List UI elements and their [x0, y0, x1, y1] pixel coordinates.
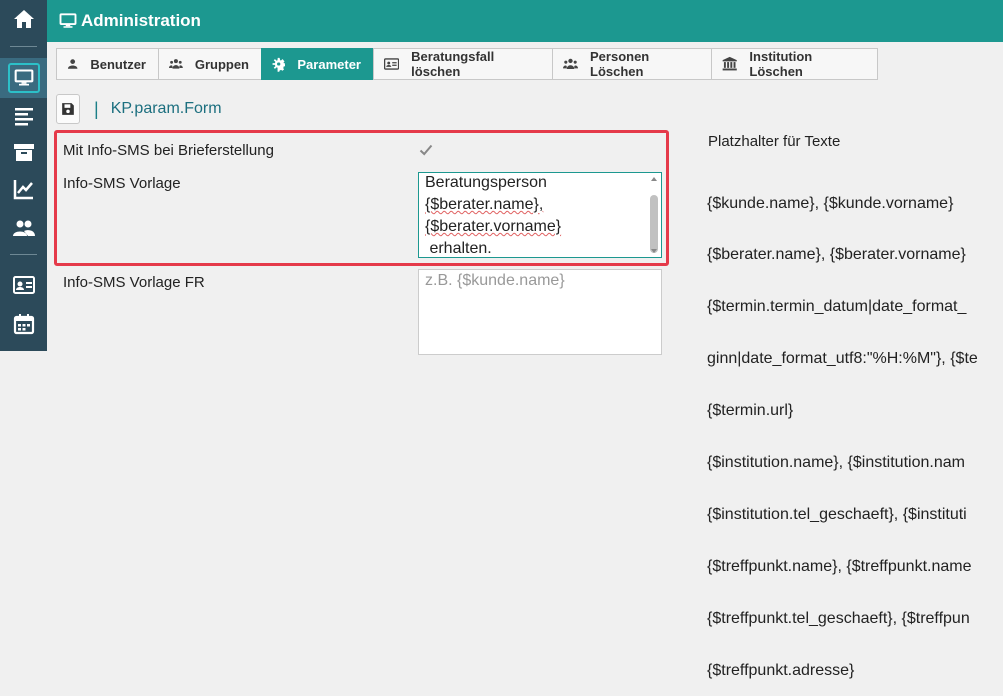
tab-benutzer[interactable]: Benutzer	[56, 48, 158, 80]
textarea-line: {$berater.vorname}	[425, 218, 562, 235]
tab-beratungsfall-loeschen[interactable]: Beratungsfall löschen	[373, 48, 552, 80]
monitor-icon	[59, 13, 77, 28]
group-icon	[169, 59, 183, 69]
tab-label: Beratungsfall löschen	[411, 49, 495, 79]
users-icon[interactable]	[0, 209, 47, 247]
placeholder-line: ginn|date_format_utf8:"%H:%M"}, {$te	[707, 350, 978, 368]
textarea-line: {$berater.name},	[425, 196, 544, 213]
tab-personen-loeschen[interactable]: Personen Löschen	[552, 48, 711, 80]
info-sms-template-fr-textarea[interactable]: z.B. {$kunde.name}	[418, 269, 662, 355]
textarea-scrollbar[interactable]	[650, 195, 658, 253]
placeholder-line: {$kunde.name}, {$kunde.vorname}	[707, 194, 954, 212]
info-sms-template-textarea[interactable]: Beratungsperson {$berater.name}, {$berat…	[418, 172, 662, 258]
info-sms-template-fr-label: Info-SMS Vorlage FR	[63, 274, 205, 291]
info-sms-checkbox-label: Mit Info-SMS bei Brieferstellung	[63, 142, 274, 159]
tab-gruppen[interactable]: Gruppen	[158, 48, 261, 80]
tab-parameter[interactable]: Parameter	[261, 48, 373, 80]
info-sms-template-label: Info-SMS Vorlage	[63, 175, 181, 192]
tab-label: Personen Löschen	[590, 49, 650, 79]
placeholder-line: {$termin.termin_datum|date_format_	[707, 298, 967, 316]
calendar-icon[interactable]	[0, 305, 47, 343]
tab-label: Parameter	[297, 56, 361, 72]
home-icon[interactable]	[0, 0, 47, 38]
textarea-line: Beratungsperson	[425, 174, 547, 191]
placeholder-line: {$institution.name}, {$institution.nam	[707, 454, 965, 472]
tab-label: Institution Löschen	[749, 49, 813, 79]
chart-icon[interactable]	[0, 170, 47, 208]
placeholder-line: {$termin.url}	[707, 402, 794, 420]
id-card-icon	[384, 58, 400, 70]
tab-label: Benutzer	[90, 56, 146, 72]
placeholders-title: Platzhalter für Texte	[708, 133, 841, 150]
textarea-line: erhalten.	[425, 240, 492, 257]
placeholders-list: {$kunde.name}, {$kunde.vorname} {$berate…	[707, 160, 978, 696]
scroll-down-arrow[interactable]	[651, 249, 657, 253]
gear-icon	[272, 57, 286, 72]
user-icon	[67, 59, 78, 69]
placeholder-line: {$treffpunkt.name}, {$treffpunkt.name	[707, 557, 972, 575]
topbar: Administration	[47, 0, 1003, 42]
group-icon	[563, 58, 578, 69]
info-sms-checkbox[interactable]	[419, 143, 433, 157]
sidebar-divider	[10, 46, 37, 47]
save-icon	[62, 103, 74, 115]
institution-icon	[722, 56, 737, 71]
sidebar	[0, 0, 47, 351]
list-icon[interactable]	[0, 97, 47, 135]
placeholder-line: {$treffpunkt.adresse}	[707, 661, 855, 679]
tab-bar: Benutzer Gruppen Parameter Beratungsfall…	[56, 48, 878, 80]
textarea-placeholder: z.B. {$kunde.name}	[425, 272, 565, 289]
tab-institution-loeschen[interactable]: Institution Löschen	[711, 48, 878, 80]
form-toolbar: | KP.param.Form	[56, 93, 222, 125]
page-title: Administration	[81, 11, 201, 30]
separator: |	[94, 98, 99, 119]
placeholder-line: {$treffpunkt.tel_geschaeft}, {$treffpun	[707, 609, 970, 627]
form-name: KP.param.Form	[110, 100, 222, 117]
sidebar-divider	[10, 254, 37, 255]
scroll-up-arrow[interactable]	[651, 177, 657, 181]
save-button[interactable]	[56, 94, 80, 124]
archive-icon[interactable]	[0, 133, 47, 171]
monitor-icon[interactable]	[0, 58, 47, 98]
id-card-icon[interactable]	[0, 266, 47, 304]
placeholder-line: {$berater.name}, {$berater.vorname}	[707, 246, 966, 264]
tab-label: Gruppen	[194, 56, 249, 72]
placeholder-line: {$institution.tel_geschaeft}, {$institut…	[707, 505, 967, 523]
